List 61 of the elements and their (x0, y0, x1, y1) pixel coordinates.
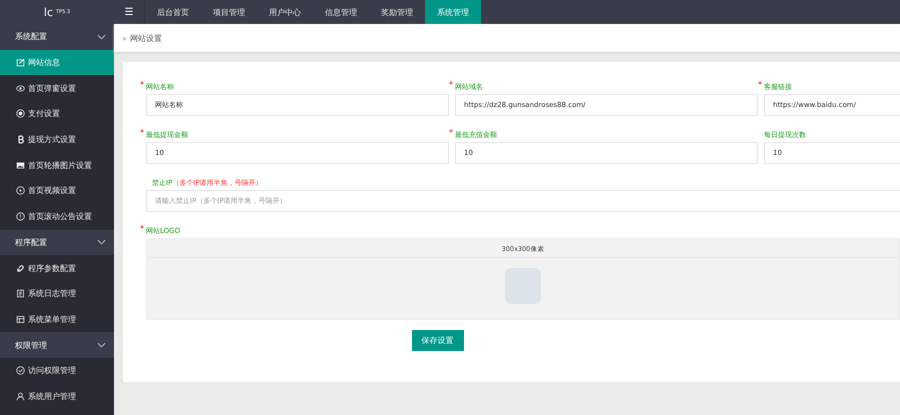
required-mark: * (449, 80, 454, 89)
sidebar-item[interactable]: 程序参数配置 (0, 255, 114, 281)
chevron-icon (97, 342, 106, 348)
sidebar-group-label: 程序配置 (15, 236, 47, 248)
sidebar-item[interactable]: 系统日志管理 (0, 280, 114, 307)
nav-tab[interactable]: 系统管理 (425, 0, 481, 24)
required-mark: * (449, 128, 454, 137)
info-icon (16, 212, 25, 222)
sidebar-group[interactable]: 系统配置 (0, 24, 114, 50)
nav-tab[interactable]: 信息管理 (313, 0, 369, 24)
nav-tab[interactable]: 用户中心 (257, 0, 313, 24)
sidebar-item-label: 提现方式设置 (28, 134, 76, 146)
sidebar-item[interactable]: 网站信息 (0, 50, 114, 76)
save-button[interactable]: 保存设置 (412, 330, 464, 351)
sidebar-item-label: 首页弹窗设置 (28, 82, 76, 94)
circle-dot-icon (16, 109, 25, 118)
nav-tab[interactable]: 项目管理 (201, 0, 257, 24)
sidebar-item[interactable]: 提现方式设置 (0, 126, 114, 152)
sidebar-item[interactable]: 访问权限管理 (0, 358, 114, 384)
play-icon (16, 186, 25, 196)
chevron-icon (97, 239, 106, 246)
image-icon (16, 160, 25, 170)
sidebar-item[interactable]: 首页轮播图片设置 (0, 152, 114, 178)
breadcrumb-separator: » (122, 34, 127, 42)
sidebar-group[interactable]: 权限管理 (0, 332, 114, 358)
sidebar-item-label: 程序参数配置 (28, 262, 76, 274)
required-mark: * (140, 224, 145, 233)
sidebar-item[interactable]: 系统用户管理 (0, 384, 114, 410)
sidebar-item-label: 支付设置 (28, 108, 60, 120)
sidebar-group-label: 权限管理 (15, 340, 47, 351)
sidebar-item-label: 首页滚动公告设置 (28, 211, 92, 222)
required-mark: * (758, 80, 763, 89)
required-mark: * (140, 128, 145, 137)
sidebar-item[interactable]: 首页视频设置 (0, 178, 114, 204)
logo: lc $^{TP5.3}$ (42, 4, 72, 20)
sidebar-group[interactable]: 程序配置 (0, 230, 114, 256)
sidebar-item[interactable]: 首页弹窗设置 (0, 75, 114, 102)
required-mark: * (140, 80, 145, 89)
breadcrumb-current: 网站设置 (130, 32, 162, 44)
edit-icon (16, 58, 25, 68)
sidebar-item-label: 系统用户管理 (28, 390, 76, 402)
check-circle-icon (16, 366, 25, 376)
sidebar-item-label: 网站信息 (28, 57, 60, 68)
sidebar-item-label: 访问权限管理 (28, 365, 76, 376)
layout-icon (16, 314, 25, 324)
document-icon (16, 289, 25, 298)
sidebar-item-label: 首页轮播图片设置 (28, 160, 92, 171)
sidebar-item-label: 首页视频设置 (28, 185, 76, 196)
bitcoin-icon (16, 135, 25, 144)
user-icon (16, 392, 25, 401)
eye-icon (16, 84, 25, 93)
sidebar-item-label: 系统菜单管理 (28, 314, 76, 325)
sidebar-group-label: 系统配置 (15, 31, 47, 42)
chevron-icon (97, 34, 106, 40)
nav-tab[interactable]: 奖励管理 (369, 0, 425, 24)
sidebar-item-label: 系统日志管理 (28, 288, 76, 300)
sidebar-item[interactable]: 支付设置 (0, 101, 114, 127)
nav-tab[interactable]: 后台首页 (145, 0, 201, 24)
sidebar-item[interactable]: 首页滚动公告设置 (0, 204, 114, 230)
sidebar-item[interactable]: 系统菜单管理 (0, 306, 114, 332)
link-icon (16, 264, 25, 273)
